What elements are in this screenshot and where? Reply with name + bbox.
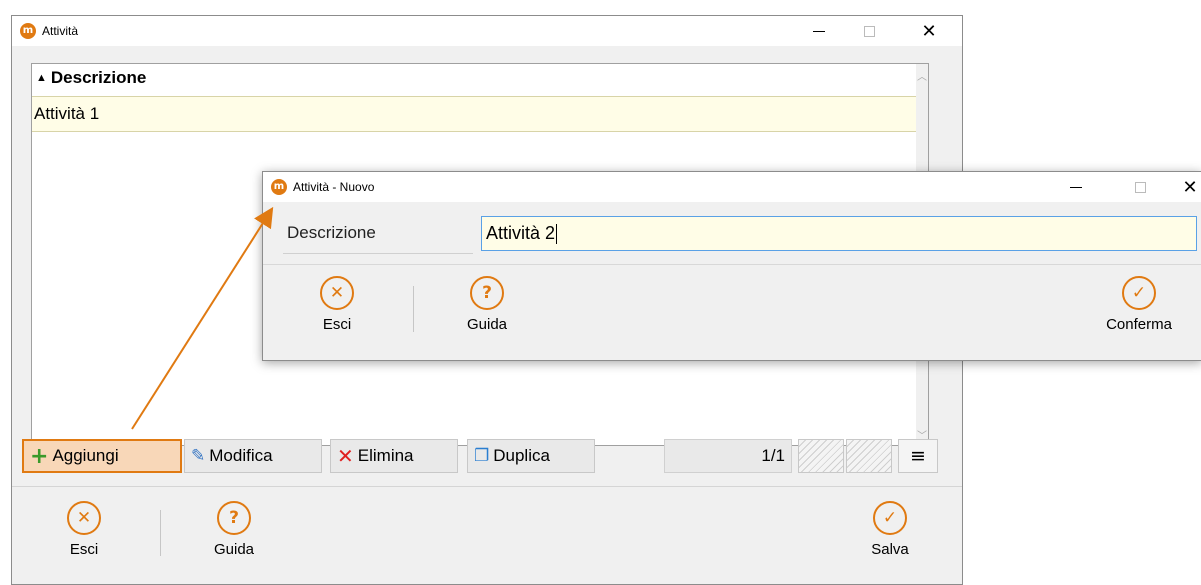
confirm-button-label: Conferma	[1106, 316, 1172, 333]
new-activity-dialog: m Attività - Nuovo ✕ Descrizione Attivit…	[262, 171, 1201, 361]
descrizione-label: Descrizione	[287, 223, 376, 242]
text-caret	[556, 224, 558, 245]
minimize-icon[interactable]	[1053, 172, 1099, 202]
menu-icon: ≡	[910, 445, 926, 467]
app-logo-icon: m	[271, 179, 287, 195]
dialog-titlebar[interactable]: m Attività - Nuovo ✕	[263, 172, 1201, 202]
pager: 1/1	[664, 439, 792, 473]
x-icon: ✕	[337, 444, 354, 468]
exit-button-label: Esci	[69, 541, 99, 558]
circle-question-icon: ?	[470, 276, 504, 310]
save-button-label: Salva	[871, 541, 909, 558]
table-row[interactable]: Attività 1	[32, 96, 918, 132]
plus-icon: +	[30, 443, 49, 469]
circle-check-icon: ✓	[873, 501, 907, 535]
dialog-exit-label: Esci	[322, 316, 352, 333]
add-button[interactable]: + Aggiungi	[22, 439, 182, 473]
footer-divider	[12, 486, 962, 487]
label-underline	[283, 253, 473, 254]
dialog-exit-button[interactable]: ✕ Esci	[287, 276, 387, 333]
duplicate-button[interactable]: ❐ Duplica	[467, 439, 595, 473]
confirm-button[interactable]: ✓ Conferma	[1089, 276, 1189, 333]
delete-button-label: Elimina	[357, 446, 414, 465]
help-button[interactable]: ? Guida	[184, 501, 284, 558]
app-logo-icon: m	[20, 23, 36, 39]
close-icon[interactable]: ✕	[906, 16, 952, 46]
exit-button[interactable]: ✕ Esci	[34, 501, 134, 558]
dialog-title: Attività - Nuovo	[293, 180, 375, 194]
sort-ascending-icon: ▲	[36, 72, 47, 84]
circle-x-icon: ✕	[320, 276, 354, 310]
dialog-help-button[interactable]: ? Guida	[437, 276, 537, 333]
footer-separator	[160, 510, 161, 556]
nav-prev-button-disabled	[798, 439, 844, 473]
delete-button[interactable]: ✕ Elimina	[330, 439, 458, 473]
column-header-label: Descrizione	[50, 68, 147, 87]
edit-button[interactable]: ✎ Modifica	[184, 439, 322, 473]
scroll-up-icon[interactable]: ︿	[916, 68, 928, 83]
minimize-icon[interactable]	[796, 16, 842, 46]
edit-button-label: Modifica	[209, 446, 273, 465]
main-titlebar[interactable]: m Attività ✕	[12, 16, 962, 46]
circle-check-icon: ✓	[1122, 276, 1156, 310]
nav-next-button-disabled	[846, 439, 892, 473]
dialog-footer-separator	[413, 286, 414, 332]
row-descrizione: Attività 1	[34, 104, 100, 123]
main-window-title: Attività	[42, 24, 79, 38]
dialog-divider	[263, 264, 1201, 265]
duplicate-button-label: Duplica	[493, 446, 550, 465]
circle-x-icon: ✕	[67, 501, 101, 535]
circle-question-icon: ?	[217, 501, 251, 535]
dialog-help-label: Guida	[466, 316, 508, 333]
close-icon[interactable]: ✕	[1167, 172, 1201, 202]
maximize-icon[interactable]	[1117, 172, 1163, 202]
edit-icon: ✎	[191, 446, 206, 466]
maximize-icon[interactable]	[846, 16, 892, 46]
add-button-label: Aggiungi	[52, 446, 119, 465]
descrizione-input-value: Attività 2	[486, 223, 556, 243]
save-button[interactable]: ✓ Salva	[840, 501, 940, 558]
column-header-descrizione[interactable]: ▲ Descrizione	[32, 64, 918, 92]
copy-icon: ❐	[474, 446, 490, 466]
help-button-label: Guida	[213, 541, 255, 558]
menu-button[interactable]: ≡	[898, 439, 938, 473]
descrizione-input[interactable]: Attività 2	[481, 216, 1197, 251]
